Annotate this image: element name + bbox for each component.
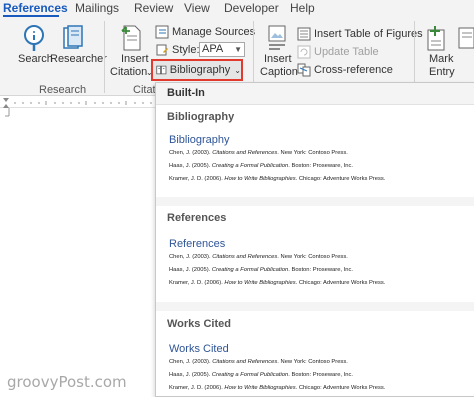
ribbon-tab-bar: References Mailings Review View Develope… xyxy=(0,0,474,17)
insert-citation-icon xyxy=(121,25,141,51)
citation-entry: Kramer, J. D. (2006). How to Write Bibli… xyxy=(169,176,386,182)
gallery-divider xyxy=(156,197,474,206)
citation-entry: Haas, J. (2005). Creating a Formal Publi… xyxy=(169,163,353,169)
bibliography-icon xyxy=(156,65,167,75)
insert-citation-label-1: Insert xyxy=(121,53,149,65)
left-margin-marker xyxy=(5,108,10,117)
style-dropdown[interactable]: APA ▼ xyxy=(199,42,245,57)
gallery-header: Built-In xyxy=(156,83,474,105)
bibliography-button[interactable]: Bibliography ⌄ xyxy=(151,59,243,81)
search-icon xyxy=(24,25,44,51)
citation-entry: Haas, J. (2005). Creating a Formal Publi… xyxy=(169,372,353,378)
tab-mailings[interactable]: Mailings xyxy=(75,1,119,15)
gallery-section-title: References xyxy=(167,212,227,224)
cross-reference-icon xyxy=(297,63,311,77)
tab-developer[interactable]: Developer xyxy=(224,1,279,15)
manage-sources-button[interactable]: Manage Sources xyxy=(155,23,255,41)
citation-entry: Chen, J. (2003). Citations and Reference… xyxy=(169,254,348,260)
gallery-header-label: Built-In xyxy=(167,87,205,99)
tab-help[interactable]: Help xyxy=(290,1,315,15)
insert-caption-label-1: Insert xyxy=(264,53,292,65)
research-group-label: Research xyxy=(39,84,87,96)
cross-reference-label: Cross-reference xyxy=(314,64,393,76)
insert-table-of-figures-button[interactable]: Insert Table of Figures xyxy=(297,25,423,43)
bibliography-label: Bibliography xyxy=(169,64,231,76)
citation-entry: Chen, J. (2003). Citations and Reference… xyxy=(169,359,348,365)
citation-entry: Chen, J. (2003). Citations and Reference… xyxy=(169,150,348,156)
style-row: Style: xyxy=(155,41,200,59)
update-table-button[interactable]: Update Table xyxy=(297,43,379,61)
insert-index-icon[interactable] xyxy=(458,25,474,51)
researcher-label: Researcher xyxy=(50,53,107,65)
insert-caption-label-2: Caption xyxy=(260,66,298,78)
tab-view[interactable]: View xyxy=(184,1,210,15)
mark-entry-label-1: Mark xyxy=(429,53,454,65)
insert-table-of-figures-label: Insert Table of Figures xyxy=(314,28,423,40)
gallery-preview-heading: References xyxy=(169,238,226,250)
bibliography-gallery: Built-In Bibliography Bibliography Chen,… xyxy=(155,82,474,397)
gallery-section-title: Works Cited xyxy=(167,318,231,330)
style-icon xyxy=(156,44,168,56)
manage-sources-icon xyxy=(155,25,169,39)
citation-entry: Kramer, J. D. (2006). How to Write Bibli… xyxy=(169,280,386,286)
chevron-down-icon: ▼ xyxy=(234,45,242,54)
style-dropdown-value: APA xyxy=(202,43,224,55)
update-table-label: Update Table xyxy=(314,46,379,58)
watermark: groovyPost.com xyxy=(7,373,127,391)
insert-citation-label-2: Citation xyxy=(110,66,148,78)
update-table-icon xyxy=(297,45,311,59)
gallery-divider xyxy=(156,302,474,311)
citation-entry: Haas, J. (2005). Creating a Formal Publi… xyxy=(169,267,353,273)
chevron-down-icon: ⌄ xyxy=(234,65,241,75)
style-label: Style: xyxy=(172,44,200,56)
manage-sources-label: Manage Sources xyxy=(172,26,256,38)
gallery-section-title: Bibliography xyxy=(167,111,235,123)
gallery-preview-heading: Works Cited xyxy=(169,343,229,355)
tab-references[interactable]: References xyxy=(3,1,68,15)
researcher-icon xyxy=(63,25,83,49)
mark-entry-label-2: Entry xyxy=(429,66,455,78)
insert-caption-icon xyxy=(268,25,286,50)
table-of-figures-icon xyxy=(297,27,311,41)
gallery-preview-heading: Bibliography xyxy=(169,134,230,146)
tab-review[interactable]: Review xyxy=(134,1,173,15)
citation-entry: Kramer, J. D. (2006). How to Write Bibli… xyxy=(169,385,386,391)
search-label: Search xyxy=(18,53,53,65)
mark-entry-icon xyxy=(427,26,445,51)
cross-reference-button[interactable]: Cross-reference xyxy=(297,61,393,79)
group-divider xyxy=(104,21,105,93)
